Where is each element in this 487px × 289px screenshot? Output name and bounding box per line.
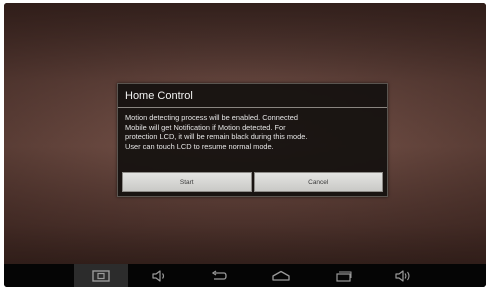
- dialog-title: Home Control: [125, 90, 193, 102]
- system-navigation-bar: [4, 264, 486, 287]
- home-control-dialog: Home Control Motion detecting process wi…: [117, 83, 388, 197]
- dialog-message-line: User can touch LCD to resume normal mode…: [125, 141, 274, 151]
- tablet-device: Home Control Motion detecting process wi…: [4, 3, 486, 287]
- screenshot-icon[interactable]: [74, 264, 128, 287]
- dialog-message: Motion detecting process will be enabled…: [125, 113, 381, 151]
- wallpaper-screen: Home Control Motion detecting process wi…: [4, 3, 486, 264]
- volume-down-icon[interactable]: [144, 264, 174, 287]
- dialog-message-line: Mobile will get Notification if Motion d…: [125, 122, 286, 132]
- start-button[interactable]: Start: [122, 172, 252, 192]
- dialog-message-line: protection LCD, it will be remain black …: [125, 132, 308, 142]
- dialog-button-row: Start Cancel: [122, 172, 383, 192]
- dialog-message-line: Motion detecting process will be enabled…: [125, 113, 298, 122]
- volume-up-icon[interactable]: [388, 264, 418, 287]
- cancel-button[interactable]: Cancel: [253, 172, 383, 192]
- home-icon[interactable]: [266, 264, 296, 287]
- recent-apps-icon[interactable]: [328, 264, 358, 287]
- dialog-divider: [118, 107, 387, 108]
- back-icon[interactable]: [204, 264, 234, 287]
